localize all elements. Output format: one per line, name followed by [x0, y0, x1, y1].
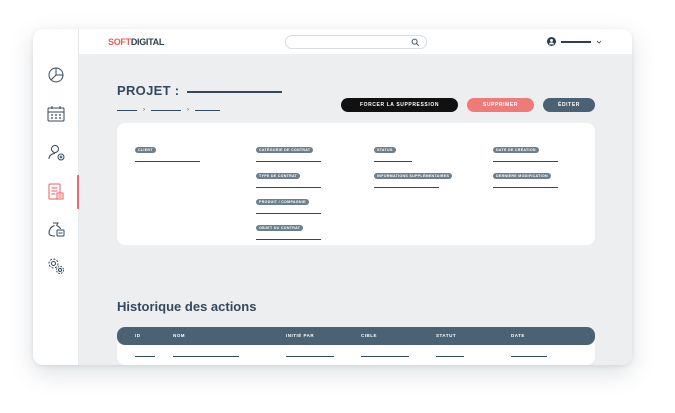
field-contract-category: CATÉGORIE DE CONTRAT: [256, 138, 321, 162]
table-cell-date: [511, 356, 547, 357]
pie-chart-icon[interactable]: [44, 63, 68, 87]
table-cell-target: [361, 356, 409, 357]
search-input[interactable]: [285, 35, 427, 49]
field-contract-object: OBJET DU CONTRAT: [256, 216, 321, 240]
breadcrumb-item[interactable]: [117, 109, 137, 111]
table-cell-id: [135, 356, 155, 357]
field-value: [256, 187, 321, 188]
field-value: [256, 239, 321, 240]
field-contract-type: TYPE DE CONTRAT: [256, 164, 321, 188]
column-header-date[interactable]: DATE: [511, 333, 525, 338]
user-name-placeholder: [561, 40, 591, 43]
edit-button[interactable]: ÉDITER: [543, 98, 595, 112]
field-value: [493, 187, 558, 188]
table-cell-name: [173, 356, 239, 357]
field-value: [374, 161, 412, 162]
field-value: [256, 213, 321, 214]
search-icon[interactable]: [411, 38, 420, 47]
column-header-initiated-by[interactable]: INITIÉ PAR: [286, 333, 314, 338]
breadcrumb: › ›: [117, 107, 220, 113]
calendar-icon[interactable]: [44, 102, 68, 126]
history-title: Historique des actions: [117, 299, 257, 314]
brand-part2: DIGITAL: [130, 37, 165, 47]
field-value: [374, 187, 439, 188]
document-icon[interactable]: [44, 180, 68, 204]
field-label: OBJET DU CONTRAT: [256, 225, 304, 231]
gears-icon[interactable]: [44, 254, 68, 278]
breadcrumb-separator-icon: ›: [187, 107, 189, 113]
project-details-card: CLIENT CATÉGORIE DE CONTRAT TYPE DE CONT…: [117, 123, 595, 245]
main-content: PROJET : › › FORCER LA SUPPRESSION SUPPR…: [79, 55, 632, 365]
column-header-status[interactable]: STATUT: [436, 333, 456, 338]
column-header-target[interactable]: CIBLE: [361, 333, 377, 338]
field-label: DATE DE CRÉATION: [493, 147, 539, 153]
project-name-placeholder: [187, 91, 282, 93]
column-header-id[interactable]: ID: [135, 333, 141, 338]
user-menu[interactable]: [547, 37, 602, 46]
table-cell-initiated-by: [286, 356, 334, 357]
delete-button[interactable]: SUPPRIMER: [467, 98, 534, 112]
field-last-modification: DERNIÈRE MODIFICATION: [493, 164, 558, 188]
force-delete-button[interactable]: FORCER LA SUPPRESSION: [341, 98, 458, 112]
field-label: PRODUIT / COMPAGNIE: [256, 199, 309, 205]
table-cell-status: [436, 356, 464, 357]
user-add-icon[interactable]: [44, 140, 68, 164]
column-header-name[interactable]: NOM: [173, 333, 185, 338]
breadcrumb-item[interactable]: [195, 109, 220, 111]
top-bar: SOFTDIGITAL: [79, 29, 632, 55]
field-client: CLIENT: [135, 138, 200, 162]
field-label: STATUS: [374, 147, 396, 153]
breadcrumb-item[interactable]: [151, 109, 181, 111]
field-label: CATÉGORIE DE CONTRAT: [256, 147, 314, 153]
breadcrumb-separator-icon: ›: [143, 107, 145, 113]
sidebar: [33, 29, 79, 365]
user-icon: [547, 37, 556, 46]
field-additional-info: INFORMATIONS SUPPLÉMENTAIRES: [374, 164, 453, 188]
brand-logo[interactable]: SOFTDIGITAL: [108, 37, 164, 47]
app-window: SOFTDIGITAL PROJET : › › FORCER LA SUPPR…: [33, 29, 632, 365]
field-status: STATUS: [374, 138, 412, 162]
field-creation-date: DATE DE CRÉATION: [493, 138, 558, 162]
field-label: INFORMATIONS SUPPLÉMENTAIRES: [374, 173, 453, 179]
field-label: DERNIÈRE MODIFICATION: [493, 173, 551, 179]
page-title: PROJET :: [117, 83, 180, 98]
table-header: ID NOM INITIÉ PAR CIBLE STATUT DATE: [117, 327, 595, 345]
brand-part1: SOFT: [108, 37, 131, 47]
chevron-down-icon[interactable]: [596, 39, 602, 45]
field-value: [493, 161, 558, 162]
history-table: ID NOM INITIÉ PAR CIBLE STATUT DATE: [117, 327, 595, 365]
field-label: CLIENT: [135, 147, 156, 153]
field-label: TYPE DE CONTRAT: [256, 173, 301, 179]
field-product-company: PRODUIT / COMPAGNIE: [256, 190, 321, 214]
money-bag-icon[interactable]: [44, 217, 68, 241]
field-value: [256, 161, 321, 162]
field-value: [135, 161, 200, 162]
